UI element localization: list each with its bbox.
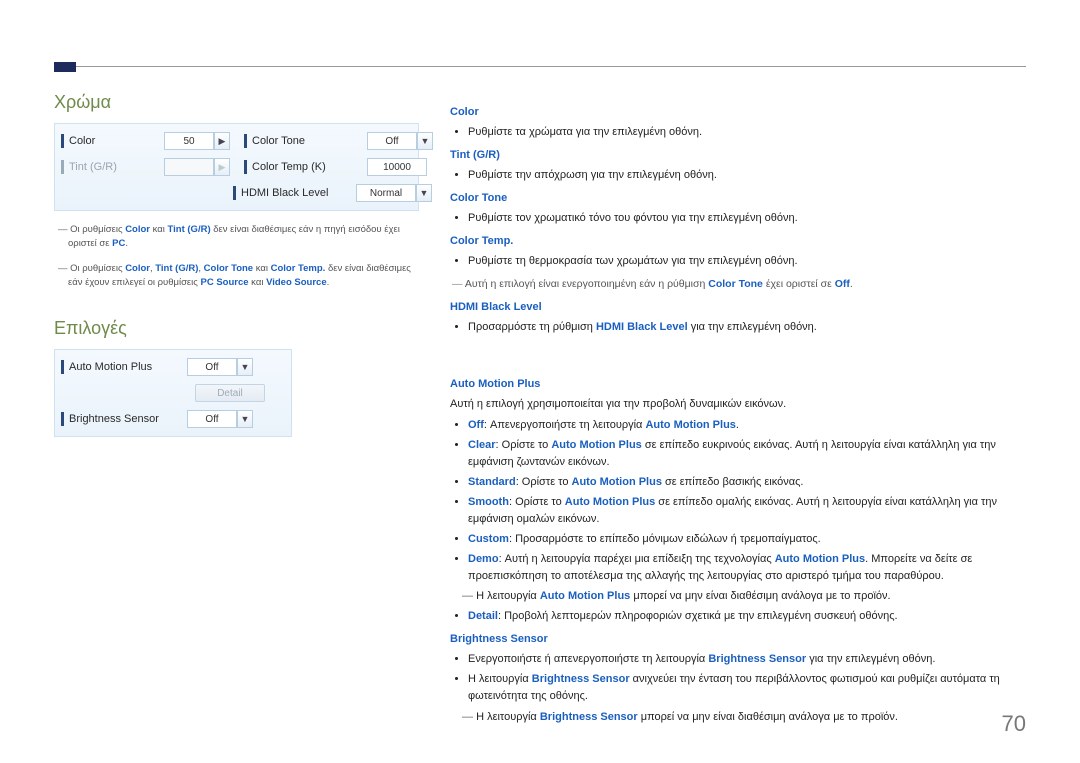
row-amp: Auto Motion Plus Off ▼ xyxy=(55,354,291,380)
spin-right-icon: ▶ xyxy=(214,158,230,176)
amp-note: ― Η λειτουργία Auto Motion Plus μπορεί ν… xyxy=(462,588,1028,605)
row-tint: Tint (G/R) ▶ Color Temp (K) 10000 xyxy=(55,154,418,180)
bar-icon xyxy=(244,134,247,148)
value-tint xyxy=(164,158,214,176)
panel-color: Color 50 ▶ Color Tone Off ▼ Tint (G/R) xyxy=(54,123,419,211)
heading-bs: Brightness Sensor xyxy=(450,631,1028,648)
header-accent xyxy=(54,62,76,72)
label-amp: Auto Motion Plus xyxy=(69,361,187,373)
value-amp[interactable]: Off xyxy=(187,358,237,376)
row-hdmi: HDMI Black Level Normal ▼ xyxy=(55,180,418,206)
bar-icon xyxy=(61,360,64,374)
text-tint: Ρυθμίστε την απόχρωση για την επιλεγμένη… xyxy=(468,167,1028,184)
footnote-1: ― Οι ρυθμίσεις Color και Tint (G/R) δεν … xyxy=(58,223,415,252)
amp-standard: Standard: Ορίστε το Auto Motion Plus σε … xyxy=(468,474,1028,491)
bs-line1: Ενεργοποιήστε ή απενεργοποιήστε τη λειτο… xyxy=(468,651,1028,668)
section-title-options: Επιλογές xyxy=(54,318,419,339)
label-colortemp: Color Temp (K) xyxy=(252,161,367,173)
label-hdmi: HDMI Black Level xyxy=(241,187,356,199)
text-colortemp: Ρυθμίστε τη θερμοκρασία των χρωμάτων για… xyxy=(468,253,1028,270)
header-rule xyxy=(76,66,1026,67)
dropdown-icon[interactable]: ▼ xyxy=(417,132,433,150)
text-amp-intro: Αυτή η επιλογή χρησιμοποιείται για την π… xyxy=(450,396,1028,413)
amp-off: Off: Απενεργοποιήστε τη λειτουργία Auto … xyxy=(468,417,1028,434)
value-hdmi[interactable]: Normal xyxy=(356,184,416,202)
note-colortemp: Αυτή η επιλογή είναι ενεργοποιημένη εάν … xyxy=(452,276,1028,292)
amp-detail: Detail: Προβολή λεπτομερών πληροφοριών σ… xyxy=(468,608,1028,625)
page-number: 70 xyxy=(1002,711,1026,737)
heading-colortone: Color Tone xyxy=(450,190,1028,207)
heading-tint: Tint (G/R) xyxy=(450,147,1028,164)
row-bs: Brightness Sensor Off ▼ xyxy=(55,406,291,432)
bs-line2: Η λειτουργία Brightness Sensor ανιχνεύει… xyxy=(468,671,1028,705)
bar-icon xyxy=(233,186,236,200)
spin-right-icon[interactable]: ▶ xyxy=(214,132,230,150)
dropdown-icon[interactable]: ▼ xyxy=(237,358,253,376)
heading-colortemp: Color Temp. xyxy=(450,233,1028,250)
bar-icon xyxy=(61,134,64,148)
section-title-chroma: Χρώμα xyxy=(54,92,419,113)
bar-icon xyxy=(244,160,247,174)
dropdown-icon[interactable]: ▼ xyxy=(416,184,432,202)
text-hdmi: Προσαρμόστε τη ρύθμιση HDMI Black Level … xyxy=(468,319,1028,336)
text-colortone: Ρυθμίστε τον χρωματικό τόνο του φόντου γ… xyxy=(468,210,1028,227)
heading-color: Color xyxy=(450,104,1028,121)
panel-options: Auto Motion Plus Off ▼ Detail Brightness… xyxy=(54,349,292,437)
value-bs[interactable]: Off xyxy=(187,410,237,428)
row-detail: Detail xyxy=(55,380,291,406)
amp-custom: Custom: Προσαρμόστε το επίπεδο μόνιμων ε… xyxy=(468,531,1028,548)
label-color: Color xyxy=(69,135,164,147)
value-colortemp[interactable]: 10000 xyxy=(367,158,427,176)
amp-smooth: Smooth: Ορίστε το Auto Motion Plus σε επ… xyxy=(468,494,1028,528)
label-bs: Brightness Sensor xyxy=(69,413,187,425)
bs-note: ― Η λειτουργία Brightness Sensor μπορεί … xyxy=(462,709,1028,726)
dropdown-icon[interactable]: ▼ xyxy=(237,410,253,428)
label-tint: Tint (G/R) xyxy=(69,161,164,173)
amp-demo: Demo: Αυτή η λειτουργία παρέχει μια επίδ… xyxy=(468,551,1028,585)
text-color: Ρυθμίστε τα χρώματα για την επιλεγμένη ο… xyxy=(468,124,1028,141)
detail-button[interactable]: Detail xyxy=(195,384,265,402)
footnote-2: ― Οι ρυθμίσεις Color, Tint (G/R), Color … xyxy=(58,262,415,291)
heading-amp: Auto Motion Plus xyxy=(450,376,1028,393)
bar-icon xyxy=(61,412,64,426)
row-color: Color 50 ▶ Color Tone Off ▼ xyxy=(55,128,418,154)
amp-clear: Clear: Ορίστε το Auto Motion Plus σε επί… xyxy=(468,437,1028,471)
label-colortone: Color Tone xyxy=(252,135,367,147)
right-column: Color Ρυθμίστε τα χρώματα για την επιλεγ… xyxy=(450,98,1028,732)
heading-hdmi: HDMI Black Level xyxy=(450,299,1028,316)
value-colortone[interactable]: Off xyxy=(367,132,417,150)
value-color[interactable]: 50 xyxy=(164,132,214,150)
left-column: Χρώμα Color 50 ▶ Color Tone Off ▼ xyxy=(54,92,419,449)
bar-icon xyxy=(61,160,64,174)
